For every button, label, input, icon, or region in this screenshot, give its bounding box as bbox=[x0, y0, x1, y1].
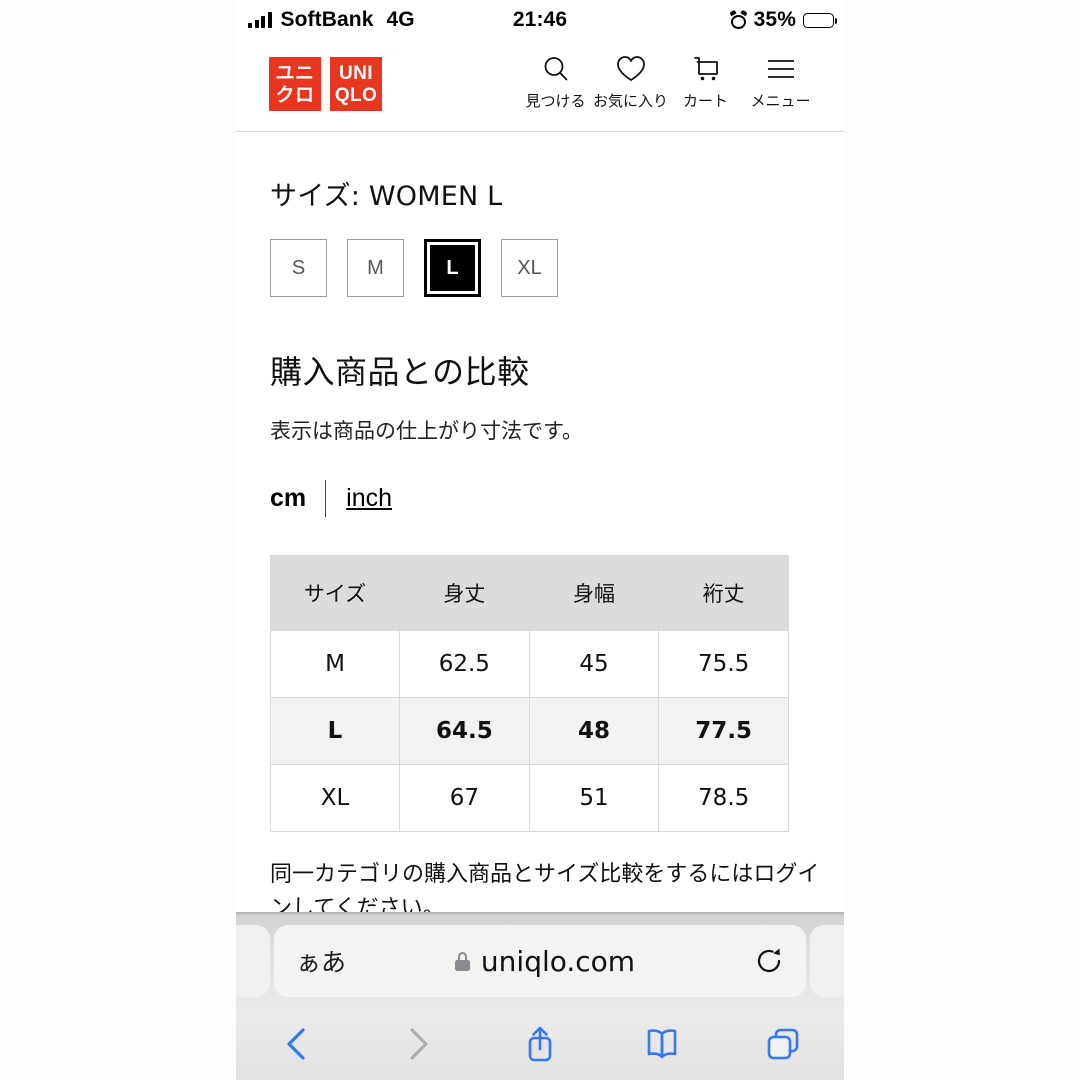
safari-tab-strip: ぁあ uniqlo.com bbox=[236, 913, 844, 1005]
adjacent-tab-left[interactable] bbox=[236, 925, 270, 997]
table-header-row: サイズ 身丈 身幅 裄丈 bbox=[270, 555, 789, 631]
battery-percent-label: 35% bbox=[753, 8, 796, 31]
table-cell-body-length: 62.5 bbox=[399, 630, 530, 698]
cart-icon bbox=[691, 52, 721, 86]
header-nav: 見つける お気に入り カート メニュー bbox=[518, 52, 818, 111]
uniqlo-logo[interactable]: ユニ クロ UNI QLO bbox=[269, 57, 382, 111]
table-cell-body-length: 67 bbox=[399, 764, 530, 832]
nav-label-cart: カート bbox=[682, 92, 728, 110]
search-icon bbox=[541, 52, 571, 86]
table-header-body-width: 身幅 bbox=[528, 555, 660, 631]
table-row: XL 67 51 78.5 bbox=[270, 764, 789, 832]
nav-item-search[interactable]: 見つける bbox=[518, 52, 593, 111]
comparison-subtitle: 表示は商品の仕上がり寸法です。 bbox=[270, 419, 583, 443]
uniqlo-logo-en: UNI QLO bbox=[330, 57, 382, 111]
size-option-l[interactable]: L bbox=[424, 239, 481, 297]
table-cell-sleeve-length: 75.5 bbox=[658, 630, 789, 698]
bookmarks-button[interactable] bbox=[601, 1025, 723, 1063]
nav-label-favorites: お気に入り bbox=[593, 92, 669, 110]
address-bar-center: uniqlo.com bbox=[336, 945, 754, 978]
table-cell-sleeve-length: 78.5 bbox=[658, 764, 789, 832]
nav-label-search: 見つける bbox=[525, 92, 586, 110]
nav-label-menu: メニュー bbox=[750, 92, 811, 110]
unit-option-cm[interactable]: cm bbox=[270, 484, 325, 513]
safari-toolbar bbox=[236, 1008, 844, 1080]
unit-option-inch[interactable]: inch bbox=[326, 484, 392, 513]
screenshot-canvas: SoftBank 4G 21:46 35% ユニ クロ UNI QLO 見つける… bbox=[0, 0, 1080, 1080]
table-cell-body-width: 45 bbox=[528, 630, 660, 698]
unit-toggle: cm inch bbox=[270, 479, 810, 517]
share-button[interactable] bbox=[479, 1023, 601, 1065]
table-cell-body-length: 64.5 bbox=[399, 697, 530, 765]
safari-bottom-bar: ぁあ uniqlo.com bbox=[236, 912, 844, 1080]
bookmarks-icon bbox=[647, 1029, 676, 1059]
tabs-icon bbox=[767, 1028, 799, 1060]
size-option-group: S M L XL bbox=[270, 239, 810, 297]
alarm-icon bbox=[729, 9, 748, 29]
table-row: M 62.5 45 75.5 bbox=[270, 630, 789, 698]
logo-en-line2: QLO bbox=[334, 84, 378, 106]
address-bar[interactable]: ぁあ uniqlo.com bbox=[274, 925, 806, 997]
comparison-heading: 購入商品との比較 bbox=[270, 353, 530, 391]
table-header-size: サイズ bbox=[270, 555, 400, 631]
size-option-s[interactable]: S bbox=[270, 239, 327, 297]
lock-icon bbox=[454, 951, 470, 971]
status-bar-right: 35% bbox=[729, 8, 838, 32]
battery-icon bbox=[803, 12, 838, 28]
table-cell-body-width: 51 bbox=[528, 764, 660, 832]
size-option-m[interactable]: M bbox=[347, 239, 404, 297]
adjacent-tab-right[interactable] bbox=[810, 925, 844, 997]
table-cell-size: XL bbox=[270, 764, 400, 832]
selected-size-title: サイズ: WOMEN L bbox=[270, 181, 503, 212]
table-cell-size: M bbox=[270, 630, 400, 698]
table-row: L 64.5 48 77.5 bbox=[270, 697, 789, 765]
site-header: ユニ クロ UNI QLO 見つける お気に入り カート メニュー bbox=[236, 40, 844, 132]
nav-item-menu[interactable]: メニュー bbox=[743, 52, 818, 111]
uniqlo-logo-jp: ユニ クロ bbox=[269, 57, 321, 111]
table-cell-body-width: 48 bbox=[528, 697, 660, 765]
heart-icon bbox=[615, 52, 647, 86]
nav-item-cart[interactable]: カート bbox=[668, 52, 743, 111]
table-header-sleeve-length: 裄丈 bbox=[658, 555, 789, 631]
tabs-button[interactable] bbox=[722, 1025, 844, 1063]
menu-icon bbox=[766, 52, 796, 86]
forward-icon bbox=[410, 1028, 428, 1060]
back-icon bbox=[287, 1028, 305, 1060]
logo-jp-line2: クロ bbox=[275, 83, 315, 106]
table-cell-size: L bbox=[270, 697, 400, 765]
page-content: サイズ: WOMEN L S M L XL 購入商品との比較 表示は商品の仕上が… bbox=[236, 174, 844, 926]
share-icon bbox=[528, 1026, 552, 1062]
size-chart-table: サイズ 身丈 身幅 裄丈 M 62.5 45 75.5 L 64.5 48 77… bbox=[270, 555, 789, 832]
size-option-xl[interactable]: XL bbox=[501, 239, 558, 297]
table-cell-sleeve-length: 77.5 bbox=[658, 697, 789, 765]
logo-jp-line1: ユニ bbox=[275, 61, 315, 84]
forward-button[interactable] bbox=[358, 1024, 480, 1064]
phone-screen: SoftBank 4G 21:46 35% ユニ クロ UNI QLO 見つける… bbox=[236, 0, 844, 1080]
status-bar: SoftBank 4G 21:46 35% bbox=[236, 0, 844, 40]
back-button[interactable] bbox=[236, 1024, 358, 1064]
nav-item-favorites[interactable]: お気に入り bbox=[593, 52, 668, 111]
url-label: uniqlo.com bbox=[480, 944, 636, 978]
logo-en-line1: UNI bbox=[339, 62, 373, 84]
table-header-body-length: 身丈 bbox=[399, 555, 530, 631]
reload-icon[interactable] bbox=[754, 946, 784, 976]
